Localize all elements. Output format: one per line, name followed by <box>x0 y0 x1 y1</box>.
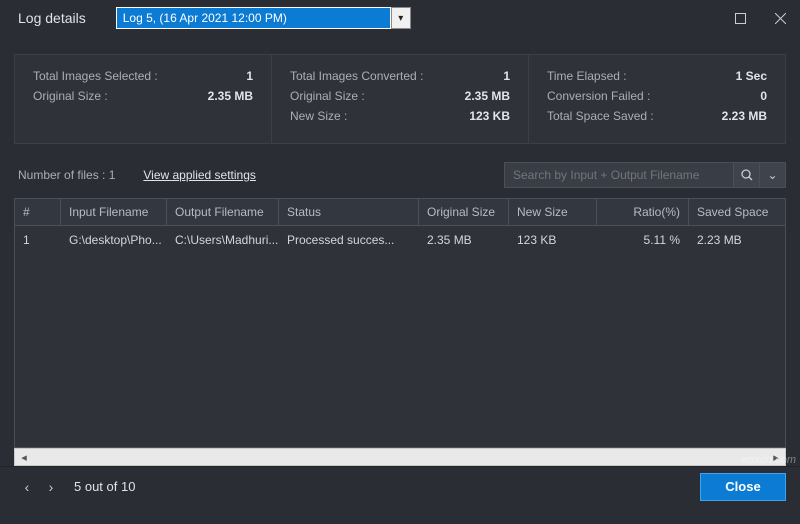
dropdown-icon[interactable]: ▾ <box>391 7 411 29</box>
toolbar: Number of files : 1 View applied setting… <box>0 158 800 198</box>
next-icon[interactable]: › <box>42 475 60 499</box>
search-icon[interactable] <box>734 162 760 188</box>
stat-label: Total Images Converted : <box>290 69 423 83</box>
stat-label: Total Space Saved : <box>547 109 654 123</box>
cell-input: G:\desktop\Pho... <box>61 226 167 254</box>
cell-saved: 2.23 MB <box>689 226 785 254</box>
col-original-size[interactable]: Original Size <box>419 199 509 225</box>
results-table: # Input Filename Output Filename Status … <box>14 198 786 448</box>
cell-ratio: 5.11 % <box>597 226 689 254</box>
stats-col-selected: Total Images Selected : 1 Original Size :… <box>15 55 272 143</box>
prev-icon[interactable]: ‹ <box>18 475 36 499</box>
search-input[interactable] <box>504 162 734 188</box>
col-saved[interactable]: Saved Space <box>689 199 785 225</box>
col-status[interactable]: Status <box>279 199 419 225</box>
stats-col-summary: Time Elapsed : 1 Sec Conversion Failed : 0… <box>529 55 785 143</box>
scroll-left-icon[interactable]: ◂ <box>15 449 33 465</box>
log-select-value[interactable]: Log 5, (16 Apr 2021 12:00 PM) <box>116 7 391 29</box>
stat-label: Time Elapsed : <box>547 69 627 83</box>
col-ratio[interactable]: Ratio(%) <box>597 199 689 225</box>
log-select[interactable]: Log 5, (16 Apr 2021 12:00 PM) ▾ <box>116 7 411 29</box>
close-button[interactable]: Close <box>700 473 786 501</box>
close-icon[interactable] <box>760 3 800 33</box>
titlebar: Log details Log 5, (16 Apr 2021 12:00 PM… <box>0 0 800 36</box>
footer: ‹ › 5 out of 10 Close <box>0 466 800 506</box>
table-header: # Input Filename Output Filename Status … <box>14 198 786 226</box>
stat-value: 123 KB <box>469 109 510 123</box>
col-num[interactable]: # <box>15 199 61 225</box>
stat-value: 1 <box>246 69 253 83</box>
cell-num: 1 <box>15 226 61 254</box>
stat-value: 2.23 MB <box>722 109 767 123</box>
view-settings-link[interactable]: View applied settings <box>143 168 256 182</box>
col-new-size[interactable]: New Size <box>509 199 597 225</box>
table-row[interactable]: 1 G:\desktop\Pho... C:\Users\Madhuri... … <box>15 226 785 254</box>
table-body: 1 G:\desktop\Pho... C:\Users\Madhuri... … <box>14 226 786 448</box>
watermark: wsxdn.com <box>741 454 796 466</box>
stat-label: Original Size : <box>33 89 108 103</box>
pager-label: 5 out of 10 <box>74 479 135 494</box>
stat-value: 1 <box>503 69 510 83</box>
stats-panel: Total Images Selected : 1 Original Size :… <box>14 54 786 144</box>
stat-label: Total Images Selected : <box>33 69 158 83</box>
col-input[interactable]: Input Filename <box>61 199 167 225</box>
search-box: ⌄ <box>504 162 786 188</box>
cell-nsize: 123 KB <box>509 226 597 254</box>
stat-label: Conversion Failed : <box>547 89 650 103</box>
stat-label: Original Size : <box>290 89 365 103</box>
stat-value: 2.35 MB <box>208 89 253 103</box>
cell-output: C:\Users\Madhuri... <box>167 226 279 254</box>
window-title: Log details <box>18 10 86 26</box>
maximize-icon[interactable] <box>720 3 760 33</box>
stat-value: 0 <box>760 89 767 103</box>
cell-osize: 2.35 MB <box>419 226 509 254</box>
file-count-label: Number of files : 1 <box>18 168 115 182</box>
chevron-down-icon[interactable]: ⌄ <box>760 162 786 188</box>
stats-col-converted: Total Images Converted : 1 Original Size … <box>272 55 529 143</box>
horizontal-scrollbar[interactable]: ◂ ▸ <box>14 448 786 466</box>
stat-label: New Size : <box>290 109 347 123</box>
cell-status: Processed succes... <box>279 226 419 254</box>
col-output[interactable]: Output Filename <box>167 199 279 225</box>
stat-value: 1 Sec <box>736 69 767 83</box>
stat-value: 2.35 MB <box>465 89 510 103</box>
window-controls <box>720 3 800 33</box>
